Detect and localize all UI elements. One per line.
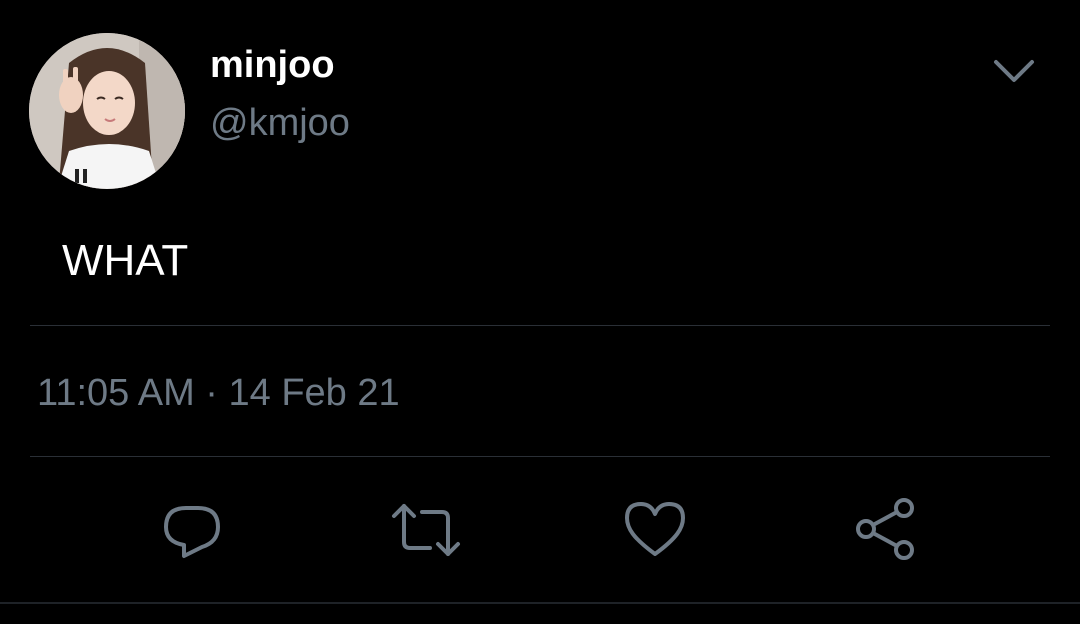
- reply-icon: [164, 506, 220, 558]
- user-handle[interactable]: @kmjoo: [210, 100, 350, 146]
- tweet-timestamp[interactable]: 11:05 AM · 14 Feb 21: [37, 370, 400, 416]
- tweet-detail: minjoo @kmjoo WHAT 11:05 AM · 14 Feb 21: [0, 0, 1080, 624]
- reply-button[interactable]: [160, 498, 224, 562]
- chevron-down-icon[interactable]: [992, 52, 1036, 88]
- timestamp-separator: ·: [205, 372, 218, 414]
- share-icon: [856, 498, 914, 560]
- retweet-button[interactable]: [390, 498, 460, 562]
- heart-icon: [625, 502, 685, 556]
- divider: [30, 456, 1050, 457]
- share-button[interactable]: [854, 498, 918, 562]
- avatar-photo: [29, 33, 185, 189]
- avatar[interactable]: [29, 33, 185, 189]
- tweet-time: 11:05 AM: [37, 372, 195, 414]
- like-button[interactable]: [623, 498, 687, 562]
- tweet-text: WHAT: [62, 236, 189, 285]
- divider: [30, 325, 1050, 326]
- retweet-icon: [392, 504, 460, 556]
- bottom-border: [0, 602, 1080, 604]
- display-name[interactable]: minjoo: [210, 42, 335, 88]
- tweet-date: 14 Feb 21: [228, 372, 400, 414]
